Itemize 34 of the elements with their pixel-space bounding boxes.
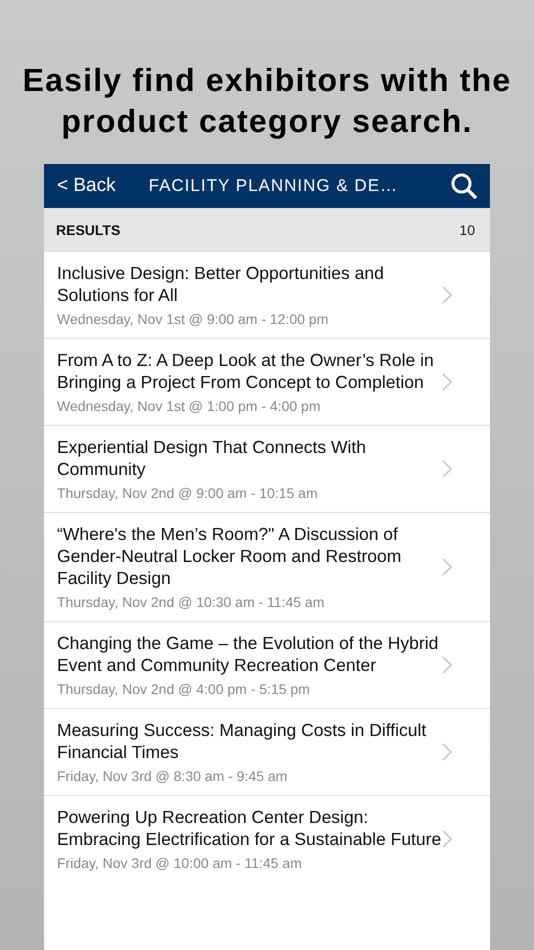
session-title: Inclusive Design: Better Opportunities and Solutions for All	[57, 262, 385, 306]
session-title: Powering Up Recreation Center Design: Embracing Electrification for a Sustainable Future	[57, 806, 442, 850]
back-link[interactable]: < Back	[57, 175, 116, 197]
session-time: Thursday, Nov 2nd @ 10:30 am - 11:45 am	[57, 593, 326, 611]
session-title: “Where's the Men’s Room?" A Discussion of Gender-Neutral Locker Room and Restroom Facility Design	[57, 523, 402, 589]
session-title: Experiential Design That Connects With Community	[57, 436, 367, 480]
session-time: Thursday, Nov 2nd @ 4:00 pm - 5:15 pm	[57, 680, 311, 698]
results-count: 10	[459, 222, 475, 238]
chevron-icon	[442, 743, 452, 761]
chevron-icon	[442, 373, 452, 391]
session-time: Thursday, Nov 2nd @ 9:00 am - 10:15 am	[57, 484, 319, 502]
session-row[interactable]: Experiential Design That Connects With Community Thursday, Nov 2nd @ 9:00 am - 10:15 am	[44, 425, 490, 512]
session-row[interactable]: Inclusive Design: Better Opportunities and Solutions for All Wednesday, Nov 1st @ 9:00 am - 12:00 pm	[44, 251, 490, 338]
chevron-icon	[442, 830, 452, 848]
session-row[interactable]: Changing the Game – the Evolution of the Hybrid Event and Community Recreation Center Thursday, Nov 2nd @ 4:00 pm - 5:15 pm	[44, 621, 490, 708]
chevron-icon	[442, 460, 452, 478]
chevron-icon	[442, 558, 452, 576]
headline: Easily find exhibitors with the product category search.	[22, 61, 512, 141]
session-row[interactable]: From A to Z: A Deep Look at the Owner’s Role in Bringing a Project From Concept to Completion Wednesday, Nov 1st @ 1:00 pm - 4:00 pm	[44, 338, 490, 425]
session-title: From A to Z: A Deep Look at the Owner’s Role in Bringing a Project From Concept to Completion	[57, 349, 435, 393]
session-title: Measuring Success: Managing Costs in Difficult Financial Times	[57, 719, 428, 763]
session-title: Changing the Game – the Evolution of the Hybrid Event and Community Recreation Center	[57, 632, 440, 676]
session-time: Friday, Nov 3rd @ 8:30 am - 9:45 am	[57, 767, 288, 785]
session-time: Friday, Nov 3rd @ 10:00 am - 11:45 am	[57, 854, 303, 872]
results-label: RESULTS	[56, 222, 120, 238]
nav-title: FACILITY PLANNING & DE…	[148, 176, 400, 196]
session-time: Wednesday, Nov 1st @ 9:00 am - 12:00 pm	[57, 310, 330, 328]
session-row[interactable]: Measuring Success: Managing Costs in Difficult Financial Times Friday, Nov 3rd @ 8:30 am - 9:45 am	[44, 708, 490, 795]
chevron-icon	[442, 656, 452, 674]
session-row[interactable]: Powering Up Recreation Center Design: Embracing Electrification for a Sustainable Future Friday, Nov 3rd @ 10:00 am - 11:45 am	[44, 795, 490, 882]
session-time: Wednesday, Nov 1st @ 1:00 pm - 4:00 pm	[57, 397, 322, 415]
chevron-icon	[442, 286, 452, 304]
search-button[interactable]	[450, 172, 478, 200]
session-row[interactable]: “Where's the Men’s Room?" A Discussion of Gender-Neutral Locker Room and Restroom Facility Design Thursday, Nov 2nd @ 10:30 am - 11:45 am	[44, 512, 490, 621]
